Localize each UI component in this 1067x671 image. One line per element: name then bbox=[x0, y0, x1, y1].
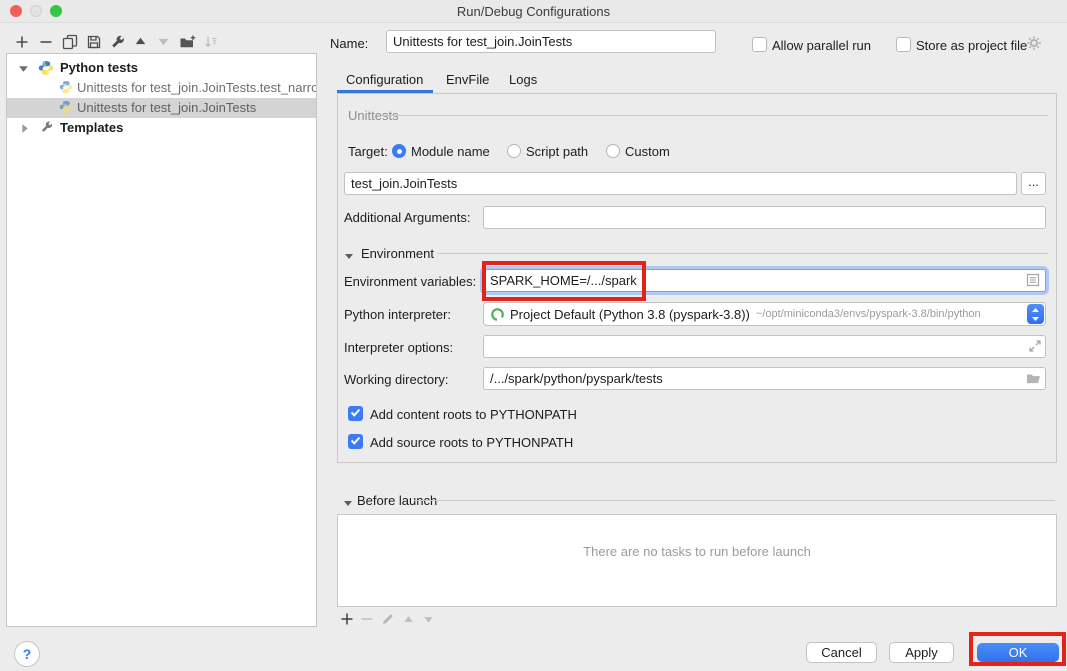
target-script-path-radio[interactable] bbox=[507, 144, 521, 158]
tree-item-unittests-join-selected[interactable]: Unittests for test_join.JoinTests bbox=[7, 98, 316, 118]
browse-module-button[interactable]: ... bbox=[1021, 172, 1046, 195]
copy-configuration-icon[interactable] bbox=[62, 34, 79, 51]
cancel-button[interactable]: Cancel bbox=[806, 642, 877, 663]
edit-templates-icon[interactable] bbox=[110, 34, 127, 51]
section-divider bbox=[438, 253, 1048, 254]
no-tasks-message: There are no tasks to run before launch bbox=[338, 544, 1056, 559]
new-folder-icon[interactable] bbox=[179, 34, 196, 51]
save-configuration-icon[interactable] bbox=[86, 34, 103, 51]
expanded-twisty-icon[interactable] bbox=[18, 60, 30, 72]
tree-item-label: Unittests for test_join.JoinTests.test_n… bbox=[77, 78, 317, 98]
python-interpreter-label: Python interpreter: bbox=[344, 307, 451, 322]
python-interpreter-select[interactable]: Project Default (Python 3.8 (pyspark-3.8… bbox=[483, 302, 1046, 326]
name-label: Name: bbox=[330, 36, 368, 51]
conda-environment-icon bbox=[490, 307, 505, 322]
working-directory-label: Working directory: bbox=[344, 372, 449, 387]
section-divider bbox=[414, 500, 1055, 501]
group-divider bbox=[382, 115, 1048, 116]
target-script-path-label[interactable]: Script path bbox=[526, 144, 588, 159]
tab-logs[interactable]: Logs bbox=[509, 72, 537, 87]
target-custom-radio[interactable] bbox=[606, 144, 620, 158]
move-down-icon bbox=[156, 34, 173, 51]
additional-arguments-input[interactable] bbox=[483, 206, 1046, 229]
ok-button[interactable]: OK bbox=[977, 643, 1059, 662]
environment-variables-input[interactable] bbox=[483, 269, 1046, 292]
module-name-input[interactable] bbox=[344, 172, 1017, 195]
browse-folder-icon[interactable] bbox=[1026, 371, 1040, 385]
python-test-icon bbox=[59, 80, 73, 100]
move-task-up-icon bbox=[402, 613, 415, 629]
apply-button[interactable]: Apply bbox=[889, 642, 954, 663]
edit-task-icon bbox=[381, 612, 395, 629]
python-test-icon bbox=[59, 100, 73, 120]
wrench-icon bbox=[40, 120, 54, 140]
interpreter-options-input[interactable] bbox=[483, 335, 1046, 358]
store-as-project-file-checkbox[interactable] bbox=[896, 37, 911, 52]
add-content-roots-label[interactable]: Add content roots to PYTHONPATH bbox=[370, 407, 577, 422]
tree-item-label: Python tests bbox=[60, 58, 138, 78]
window-title: Run/Debug Configurations bbox=[0, 4, 1067, 19]
environment-variables-label: Environment variables: bbox=[344, 274, 476, 289]
selected-tab-underline bbox=[337, 90, 433, 93]
tab-configuration[interactable]: Configuration bbox=[346, 72, 423, 87]
allow-parallel-run-label[interactable]: Allow parallel run bbox=[772, 38, 871, 53]
configurations-tree: Python tests Unittests for test_join.Joi… bbox=[6, 53, 317, 627]
environment-section-title[interactable]: Environment bbox=[361, 246, 434, 261]
add-source-roots-label[interactable]: Add source roots to PYTHONPATH bbox=[370, 435, 573, 450]
before-launch-collapse-icon[interactable] bbox=[343, 496, 353, 511]
add-source-roots-checkbox[interactable] bbox=[348, 434, 363, 449]
allow-parallel-run-checkbox[interactable] bbox=[752, 37, 767, 52]
tree-item-unittests-narrow[interactable]: Unittests for test_join.JoinTests.test_n… bbox=[7, 78, 316, 98]
target-label: Target: bbox=[348, 144, 388, 159]
expand-field-icon[interactable] bbox=[1028, 339, 1042, 353]
add-configuration-icon[interactable] bbox=[14, 34, 31, 51]
run-debug-configurations-dialog: Run/Debug Configurations Pytho bbox=[0, 0, 1067, 671]
tree-item-templates[interactable]: Templates bbox=[7, 118, 316, 138]
add-content-roots-checkbox[interactable] bbox=[348, 406, 363, 421]
additional-arguments-label: Additional Arguments: bbox=[344, 210, 470, 225]
gear-icon[interactable] bbox=[1026, 35, 1042, 54]
name-input[interactable] bbox=[386, 30, 716, 53]
target-module-name-radio[interactable] bbox=[392, 144, 406, 158]
interpreter-options-label: Interpreter options: bbox=[344, 340, 453, 355]
title-bar: Run/Debug Configurations bbox=[0, 0, 1067, 23]
tab-envfile[interactable]: EnvFile bbox=[446, 72, 489, 87]
edit-variables-icon[interactable] bbox=[1026, 273, 1040, 287]
move-up-icon[interactable] bbox=[133, 34, 150, 51]
tree-item-label: Templates bbox=[60, 118, 123, 138]
target-module-name-label[interactable]: Module name bbox=[411, 144, 490, 159]
help-button[interactable]: ? bbox=[14, 641, 40, 667]
before-launch-task-list: There are no tasks to run before launch bbox=[337, 514, 1057, 607]
store-as-project-file-label[interactable]: Store as project file bbox=[916, 38, 1027, 53]
remove-configuration-icon[interactable] bbox=[38, 34, 55, 51]
tree-item-label: Unittests for test_join.JoinTests bbox=[77, 98, 256, 118]
collapsed-twisty-icon[interactable] bbox=[19, 120, 31, 132]
dropdown-stepper-icon[interactable] bbox=[1027, 304, 1044, 324]
interpreter-value: Project Default (Python 3.8 (pyspark-3.8… bbox=[510, 307, 750, 322]
working-directory-input[interactable] bbox=[483, 367, 1046, 390]
move-task-down-icon bbox=[422, 613, 435, 629]
add-task-icon[interactable] bbox=[340, 612, 354, 629]
interpreter-path: ~/opt/miniconda3/envs/pyspark-3.8/bin/py… bbox=[756, 308, 981, 320]
remove-task-icon bbox=[360, 612, 374, 629]
sort-configurations-icon bbox=[203, 34, 220, 51]
target-custom-label[interactable]: Custom bbox=[625, 144, 670, 159]
tree-item-python-tests[interactable]: Python tests bbox=[7, 58, 316, 78]
environment-collapse-icon[interactable] bbox=[344, 249, 354, 264]
